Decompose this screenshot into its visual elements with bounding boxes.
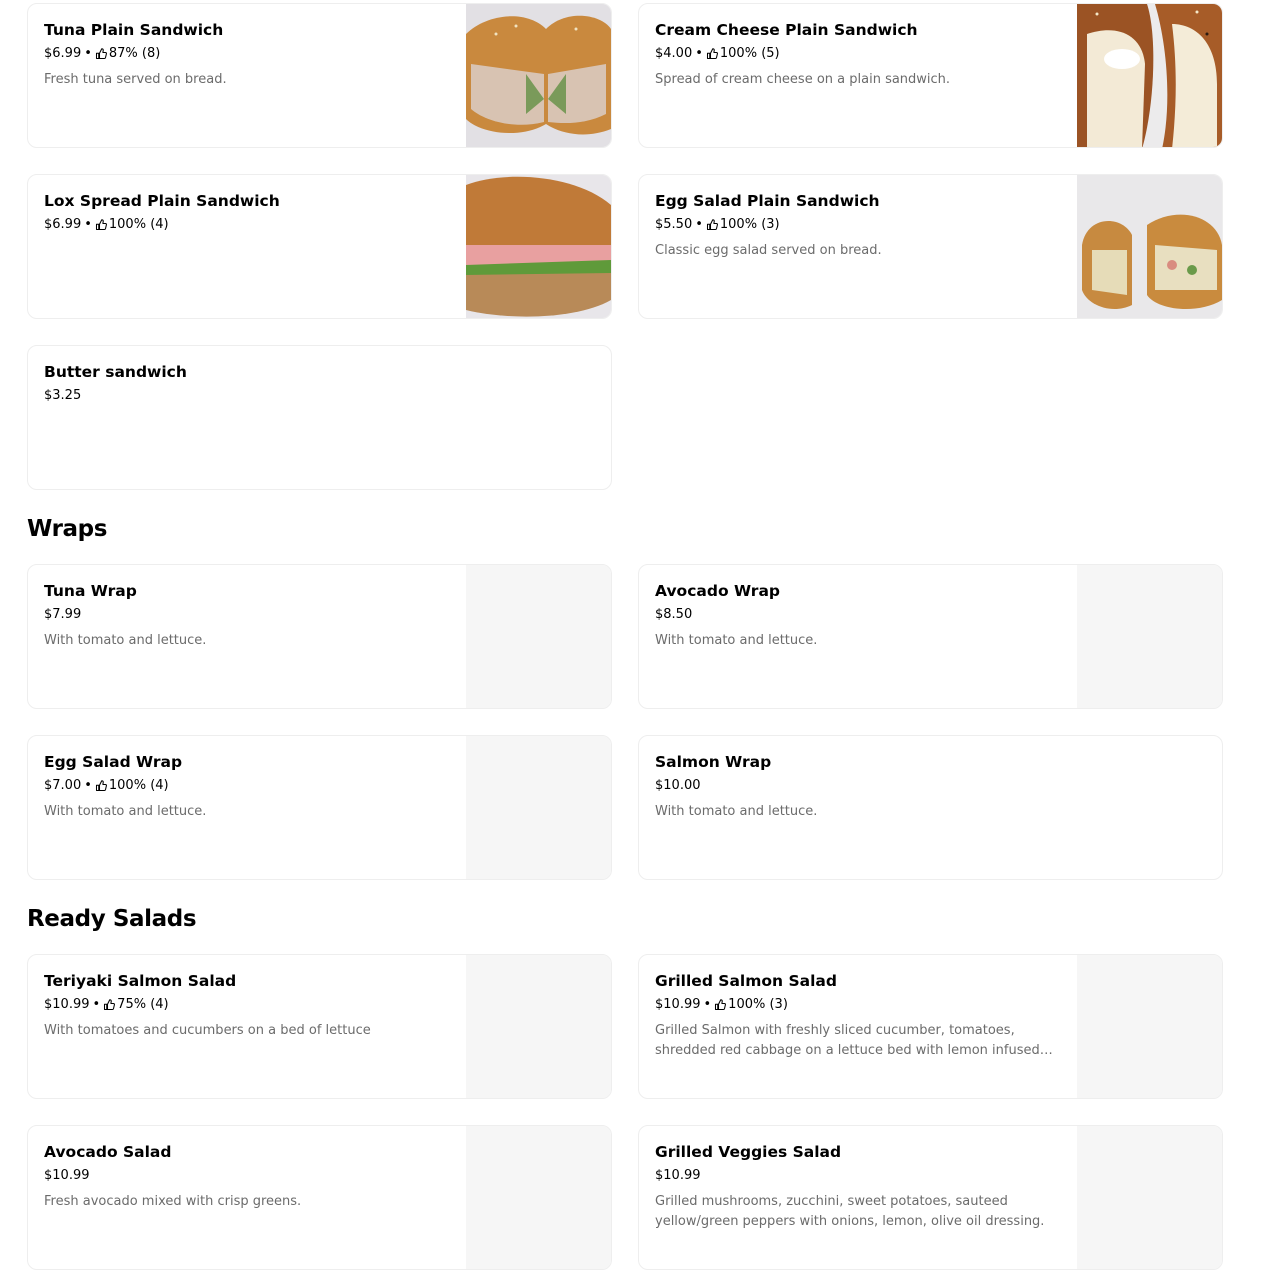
item-rating: 100% (5)	[719, 46, 780, 61]
menu-item-card[interactable]: Butter sandwich $3.25	[27, 345, 612, 490]
item-description: With tomato and lettuce.	[655, 633, 818, 648]
item-meta: $10.00	[655, 778, 1206, 794]
item-name: Avocado Wrap	[655, 582, 781, 600]
section-title: Wraps	[27, 516, 107, 542]
item-meta: $8.50	[655, 607, 1062, 623]
item-price: $3.25	[44, 388, 82, 403]
item-name: Cream Cheese Plain Sandwich	[655, 21, 918, 39]
menu-item-card[interactable]: Grilled Salmon Salad $10.99 • 100% (3) G…	[638, 954, 1223, 1099]
menu-item-card[interactable]: Lox Spread Plain Sandwich $6.99 • 100% (…	[27, 174, 612, 319]
item-name: Lox Spread Plain Sandwich	[44, 192, 280, 210]
thumbs-up-icon	[706, 219, 718, 231]
item-description: Spread of cream cheese on a plain sandwi…	[655, 72, 951, 87]
item-meta: $5.50 • 100% (3)	[655, 217, 1062, 233]
item-rating: 100% (4)	[108, 778, 169, 793]
item-description: Grilled mushrooms, zucchini, sweet potat…	[655, 1194, 1045, 1229]
thumbs-up-icon	[715, 999, 727, 1011]
item-image-placeholder	[466, 1126, 611, 1269]
item-image	[466, 4, 611, 147]
item-name: Tuna Plain Sandwich	[44, 21, 224, 39]
thumbs-up-icon	[104, 999, 116, 1011]
menu-item-card[interactable]: Avocado Wrap $8.50 With tomato and lettu…	[638, 564, 1223, 709]
item-name: Egg Salad Plain Sandwich	[655, 192, 880, 210]
item-price: $4.00	[655, 46, 693, 61]
item-description: With tomato and lettuce.	[44, 633, 207, 648]
separator-dot: •	[695, 46, 703, 61]
thumbs-up-icon	[706, 48, 718, 60]
item-price: $6.99	[44, 217, 82, 232]
separator-dot: •	[695, 217, 703, 232]
item-meta: $6.99 • 87% (8)	[44, 46, 451, 62]
item-name: Grilled Salmon Salad	[655, 972, 837, 990]
item-name: Egg Salad Wrap	[44, 753, 183, 771]
item-meta: $10.99	[655, 1168, 1062, 1184]
item-image-placeholder	[466, 565, 611, 708]
separator-dot: •	[92, 997, 101, 1012]
item-description: Grilled Salmon with freshly sliced cucum…	[655, 1023, 1040, 1058]
item-image-placeholder	[466, 736, 611, 879]
separator-dot: •	[703, 997, 712, 1012]
item-meta: $6.99 • 100% (4)	[44, 217, 451, 233]
menu-item-card[interactable]: Salmon Wrap $10.00 With tomato and lettu…	[638, 735, 1223, 880]
item-image	[466, 175, 611, 318]
thumbs-up-icon	[95, 780, 107, 792]
item-price: $10.99	[44, 1168, 90, 1183]
menu-item-card[interactable]: Egg Salad Plain Sandwich $5.50 • 100% (3…	[638, 174, 1223, 319]
menu-item-card[interactable]: Egg Salad Wrap $7.00 • 100% (4) With tom…	[27, 735, 612, 880]
item-name: Teriyaki Salmon Salad	[44, 972, 237, 990]
menu-item-card[interactable]: Avocado Salad $10.99 Fresh avocado mixed…	[27, 1125, 612, 1270]
item-meta: $7.00 • 100% (4)	[44, 778, 451, 794]
item-meta: $3.25	[44, 388, 595, 404]
item-price: $10.99	[44, 997, 90, 1012]
item-rating: 100% (4)	[108, 217, 169, 232]
item-image-placeholder	[1077, 955, 1222, 1098]
item-meta: $10.99	[44, 1168, 451, 1184]
item-rating: 100% (3)	[719, 217, 780, 232]
item-image-placeholder	[466, 955, 611, 1098]
item-meta: $4.00 • 100% (5)	[655, 46, 1062, 62]
item-price: $6.99	[44, 46, 82, 61]
item-description: With tomatoes and cucumbers on a bed of …	[44, 1023, 371, 1038]
thumbs-up-icon	[95, 48, 107, 60]
menu-item-card[interactable]: Teriyaki Salmon Salad $10.99 • 75% (4) W…	[27, 954, 612, 1099]
item-description: Fresh avocado mixed with crisp greens.	[44, 1194, 302, 1209]
item-price: $10.99	[655, 997, 701, 1012]
item-description: With tomato and lettuce.	[655, 804, 818, 819]
item-price: $7.99	[44, 607, 82, 622]
item-meta: $10.99 • 75% (4)	[44, 997, 451, 1013]
item-rating: 75% (4)	[117, 997, 169, 1012]
item-name: Butter sandwich	[44, 363, 187, 381]
item-name: Avocado Salad	[44, 1143, 172, 1161]
section-title: Ready Salads	[27, 906, 197, 932]
item-price: $7.00	[44, 778, 82, 793]
item-name: Salmon Wrap	[655, 753, 772, 771]
item-rating: 87% (8)	[108, 46, 161, 61]
item-price: $8.50	[655, 607, 693, 622]
thumbs-up-icon	[95, 219, 107, 231]
item-description: Classic egg salad served on bread.	[655, 243, 882, 258]
menu-item-card[interactable]: Tuna Wrap $7.99 With tomato and lettuce.	[27, 564, 612, 709]
item-price: $10.99	[655, 1168, 701, 1183]
item-meta: $7.99	[44, 607, 451, 623]
separator-dot: •	[84, 778, 92, 793]
item-image-placeholder	[1077, 565, 1222, 708]
menu-item-card[interactable]: Tuna Plain Sandwich $6.99 • 87% (8) Fres…	[27, 3, 612, 148]
item-description: With tomato and lettuce.	[44, 804, 207, 819]
item-name: Grilled Veggies Salad	[655, 1143, 842, 1161]
item-meta: $10.99 • 100% (3)	[655, 997, 1062, 1013]
menu-item-card[interactable]: Cream Cheese Plain Sandwich $4.00 • 100%…	[638, 3, 1223, 148]
item-image	[1077, 175, 1222, 318]
item-description: Fresh tuna served on bread.	[44, 72, 227, 87]
item-price: $10.00	[655, 778, 701, 793]
menu-item-card[interactable]: Grilled Veggies Salad $10.99 Grilled mus…	[638, 1125, 1223, 1270]
item-rating: 100% (3)	[728, 997, 788, 1012]
item-name: Tuna Wrap	[44, 582, 137, 600]
separator-dot: •	[84, 217, 92, 232]
separator-dot: •	[84, 46, 92, 61]
item-image-placeholder	[1077, 1126, 1222, 1269]
item-price: $5.50	[655, 217, 693, 232]
item-image	[1077, 4, 1222, 147]
